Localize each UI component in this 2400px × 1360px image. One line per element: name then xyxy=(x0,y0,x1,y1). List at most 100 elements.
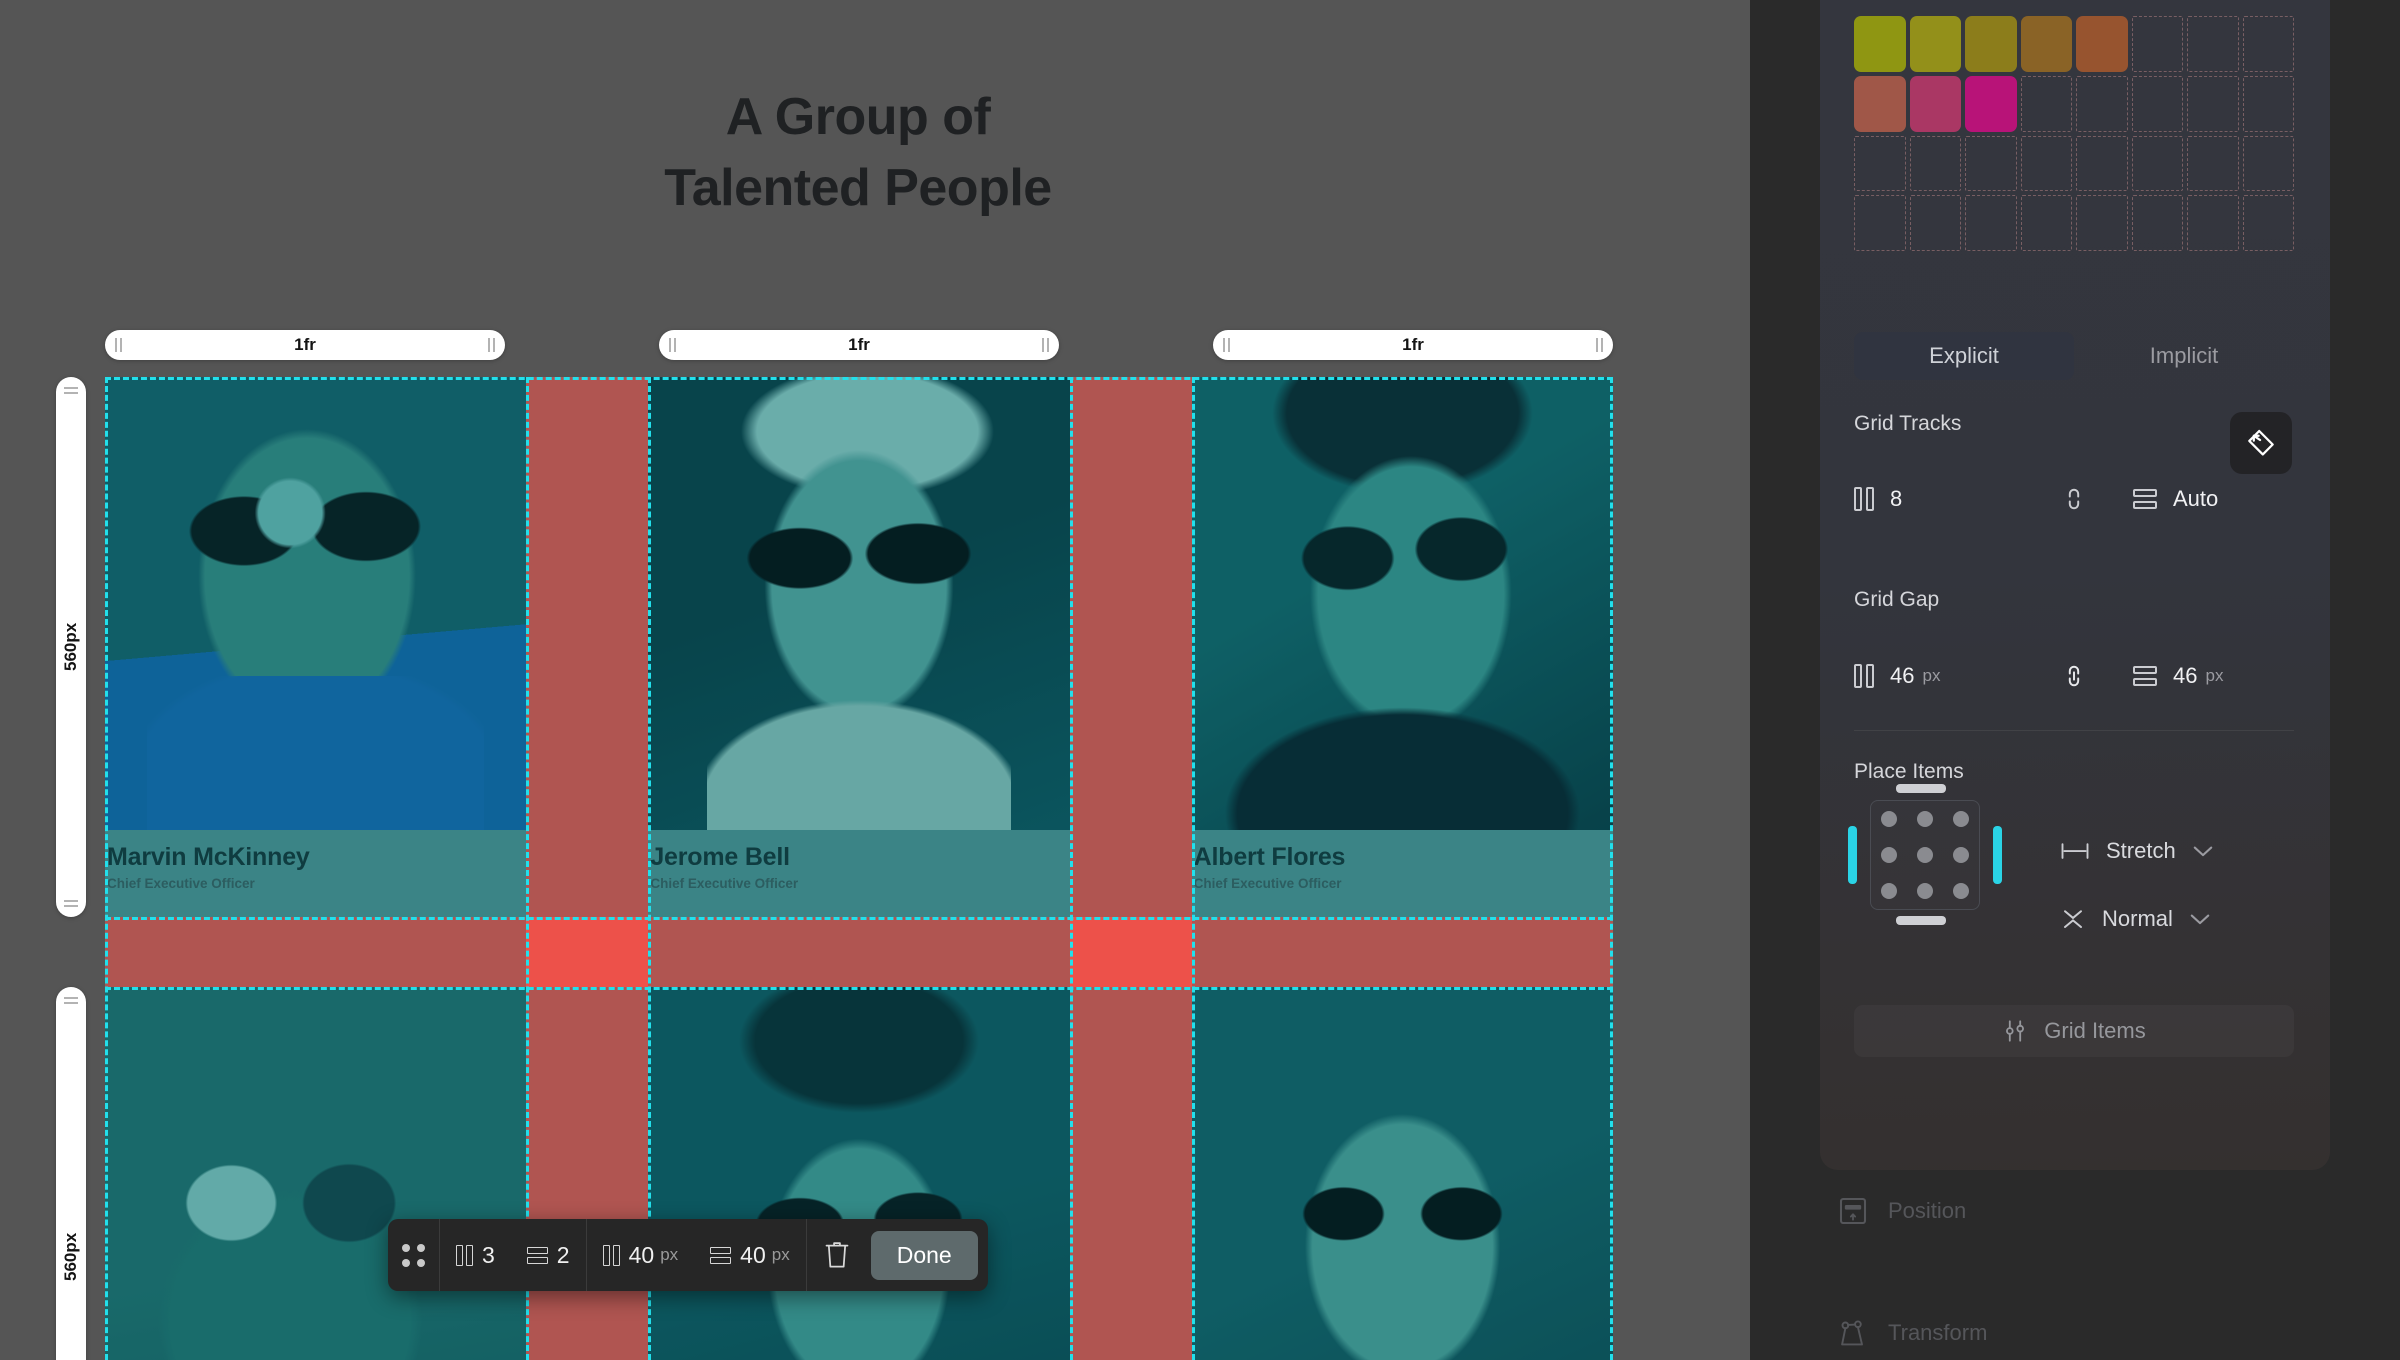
design-canvas[interactable]: A Group of Talented People 1fr 1fr 1fr 5… xyxy=(0,0,1750,1360)
row-gap-highlight[interactable] xyxy=(105,917,1613,987)
grid-overlay-region[interactable]: Marvin McKinney Chief Executive Officer … xyxy=(105,377,1613,1360)
team-card[interactable]: Albert Flores Chief Executive Officer xyxy=(1191,377,1613,917)
team-photo xyxy=(105,987,527,1360)
grid-preview-cell[interactable] xyxy=(2076,135,2128,192)
justify-items-dropdown[interactable]: Stretch xyxy=(2060,838,2214,864)
grid-preview-cell[interactable] xyxy=(2020,135,2072,192)
grid-preview-cell[interactable] xyxy=(1909,135,1961,192)
column-track-grip-right-icon[interactable] xyxy=(1042,338,1049,352)
grid-preview-cell[interactable] xyxy=(1854,75,1906,132)
grid-tracks-columns-field[interactable]: 8 xyxy=(1854,486,2039,512)
grid-preview-cell[interactable] xyxy=(2242,75,2294,132)
grid-preview-cell[interactable] xyxy=(1965,135,2017,192)
drag-dots-icon[interactable] xyxy=(402,1243,425,1267)
done-button[interactable]: Done xyxy=(870,1230,978,1280)
tab-implicit[interactable]: Implicit xyxy=(2074,332,2294,380)
grid-preview-cell[interactable] xyxy=(1909,16,1961,72)
delete-grid-button[interactable] xyxy=(807,1219,867,1291)
grid-tracks-link-button[interactable] xyxy=(2039,485,2109,513)
row-track-1[interactable]: 560px xyxy=(56,987,86,1360)
align-pad-dot[interactable] xyxy=(1917,847,1933,863)
grid-preview-cell[interactable] xyxy=(2187,195,2239,251)
column-track-2[interactable]: 1fr xyxy=(1213,330,1613,360)
column-track-grip-left-icon[interactable] xyxy=(669,338,676,352)
row-track-0[interactable]: 560px xyxy=(56,377,86,917)
team-photo xyxy=(648,987,1070,1360)
team-card[interactable]: Jerome Bell Chief Executive Officer xyxy=(648,377,1070,917)
grid-mode-tabs[interactable]: Explicit Implicit xyxy=(1854,332,2294,380)
align-pad-dot[interactable] xyxy=(1917,883,1933,899)
section-transform[interactable]: Transform xyxy=(1838,1318,1987,1348)
grid-preview-cell[interactable] xyxy=(1965,75,2017,132)
grid-preview-cell[interactable] xyxy=(1965,195,2017,251)
column-track-1[interactable]: 1fr xyxy=(659,330,1059,360)
rotate-diagonal-icon-button[interactable] xyxy=(2230,412,2292,474)
team-photo xyxy=(1191,987,1613,1360)
toolbar-row-gap-field[interactable]: 40 px xyxy=(694,1219,806,1291)
column-track-grip-left-icon[interactable] xyxy=(115,338,122,352)
align-items-dropdown[interactable]: Normal xyxy=(2060,906,2211,932)
grid-preview-cell[interactable] xyxy=(1854,195,1906,251)
grid-preview-cell[interactable] xyxy=(2131,195,2183,251)
grid-preview-cell[interactable] xyxy=(1909,75,1961,132)
grid-preview-cell[interactable] xyxy=(2131,135,2183,192)
grid-gap-link-button[interactable] xyxy=(2039,662,2109,690)
align-pad-dot[interactable] xyxy=(1881,883,1897,899)
grid-preview-cell[interactable] xyxy=(2242,16,2294,72)
grid-gap-label: Grid Gap xyxy=(1854,588,1940,611)
grid-preview-cell[interactable] xyxy=(2076,75,2128,132)
toolbar-column-gap-field[interactable]: 40 px xyxy=(587,1219,695,1291)
grid-preview-cell[interactable] xyxy=(2242,135,2294,192)
grid-gap-columns-field[interactable]: 46 px xyxy=(1854,663,2039,689)
align-pad-dot[interactable] xyxy=(1881,847,1897,863)
grid-edit-toolbar[interactable]: 3 2 40 px 40 px Done xyxy=(388,1219,988,1291)
grid-preview[interactable] xyxy=(1854,16,2294,251)
column-track-grip-left-icon[interactable] xyxy=(1223,338,1230,352)
grid-preview-cell[interactable] xyxy=(2187,75,2239,132)
column-track-grip-right-icon[interactable] xyxy=(488,338,495,352)
section-position[interactable]: Position xyxy=(1838,1196,1966,1226)
grid-preview-cell[interactable] xyxy=(2020,75,2072,132)
grid-items-button[interactable]: Grid Items xyxy=(1854,1005,2294,1057)
tab-explicit[interactable]: Explicit xyxy=(1854,332,2074,380)
align-pad-dot[interactable] xyxy=(1953,883,1969,899)
row-track-grip-top-icon[interactable] xyxy=(64,997,78,1004)
grid-preview-cell[interactable] xyxy=(1854,135,1906,192)
align-pad-icon[interactable] xyxy=(1870,800,1980,910)
align-bar-right[interactable] xyxy=(1993,826,2002,884)
column-gap-highlight[interactable] xyxy=(526,377,648,1360)
grid-preview-cell[interactable] xyxy=(1965,16,2017,72)
team-card[interactable] xyxy=(1191,987,1613,1360)
grid-preview-cell[interactable] xyxy=(2020,195,2072,251)
toolbar-drag-handle[interactable] xyxy=(388,1219,439,1291)
team-card[interactable] xyxy=(648,987,1070,1360)
team-card[interactable]: Marvin McKinney Chief Executive Officer xyxy=(105,377,527,917)
column-track-0[interactable]: 1fr xyxy=(105,330,505,360)
toolbar-columns-field[interactable]: 3 xyxy=(440,1219,511,1291)
grid-preview-cell[interactable] xyxy=(2187,135,2239,192)
align-bar-top[interactable] xyxy=(1896,784,1946,793)
align-pad-dot[interactable] xyxy=(1881,811,1897,827)
team-card[interactable] xyxy=(105,987,527,1360)
grid-preview-cell[interactable] xyxy=(2242,195,2294,251)
grid-preview-cell[interactable] xyxy=(2131,16,2183,72)
row-track-grip-top-icon[interactable] xyxy=(64,387,78,394)
toolbar-rows-field[interactable]: 2 xyxy=(511,1219,586,1291)
grid-preview-cell[interactable] xyxy=(2076,195,2128,251)
grid-tracks-rows-field[interactable]: Auto xyxy=(2133,486,2218,512)
grid-preview-cell[interactable] xyxy=(2020,16,2072,72)
grid-preview-cell[interactable] xyxy=(2076,16,2128,72)
align-bar-bottom[interactable] xyxy=(1896,916,1946,925)
column-gap-highlight[interactable] xyxy=(1070,377,1192,1360)
column-track-grip-right-icon[interactable] xyxy=(1596,338,1603,352)
grid-preview-cell[interactable] xyxy=(1909,195,1961,251)
align-pad-dot[interactable] xyxy=(1953,811,1969,827)
align-pad-dot[interactable] xyxy=(1953,847,1969,863)
grid-preview-cell[interactable] xyxy=(2187,16,2239,72)
grid-gap-rows-field[interactable]: 46 px xyxy=(2133,663,2223,689)
align-pad-dot[interactable] xyxy=(1917,811,1933,827)
row-track-grip-bottom-icon[interactable] xyxy=(64,900,78,907)
grid-preview-cell[interactable] xyxy=(1854,16,1906,72)
align-bar-left[interactable] xyxy=(1848,826,1857,884)
grid-preview-cell[interactable] xyxy=(2131,75,2183,132)
